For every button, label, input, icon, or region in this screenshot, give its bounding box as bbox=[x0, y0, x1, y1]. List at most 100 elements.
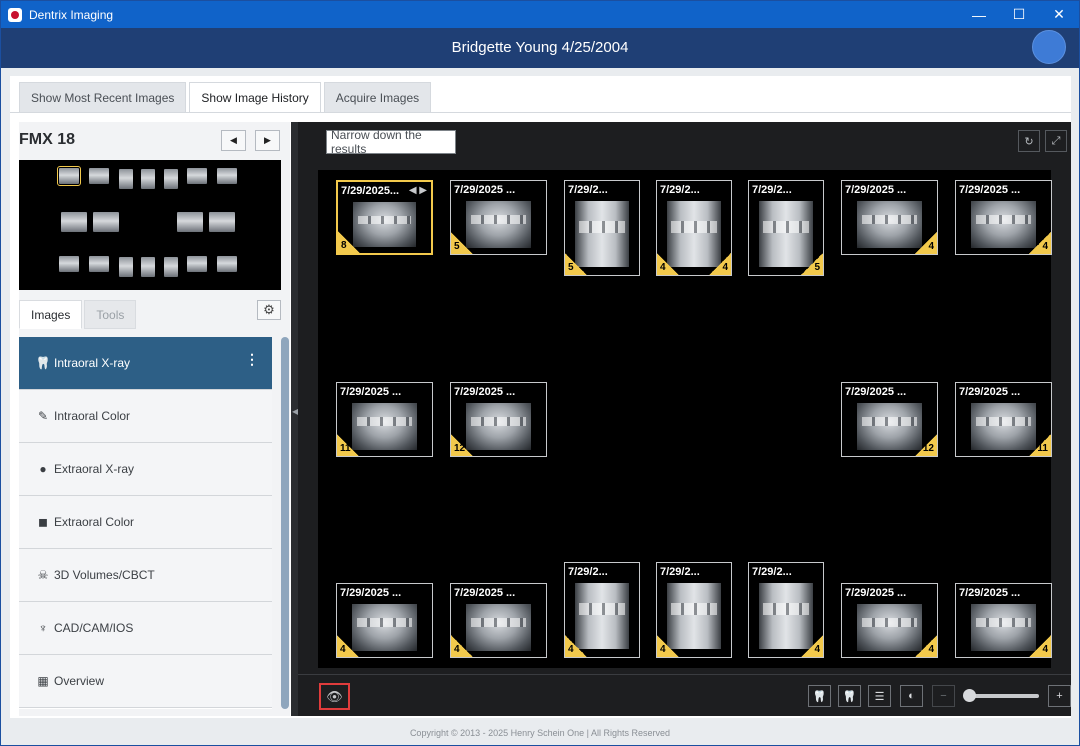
chevron-right-icon: ▶ bbox=[264, 135, 271, 145]
xray-card-title: 7/29/2... bbox=[752, 566, 792, 578]
xray-card[interactable]: 7/29/2... 4 bbox=[748, 562, 824, 658]
maximize-button[interactable]: ☐ bbox=[999, 1, 1039, 28]
tooth-count-badge: 12 bbox=[451, 434, 473, 456]
fmx-mini-slot[interactable] bbox=[177, 212, 203, 232]
tooth-count-badge: 5 bbox=[801, 253, 823, 275]
contrast-button[interactable]: ◐ bbox=[900, 685, 923, 707]
category-label: Overview bbox=[54, 674, 105, 688]
skull-icon: ☠ bbox=[37, 568, 49, 582]
category-3d-volumes-cbct[interactable]: ☠ 3D Volumes/CBCT bbox=[19, 549, 272, 602]
narrow-results-input[interactable]: Narrow down the results bbox=[326, 128, 456, 156]
subtab-tools[interactable]: Tools bbox=[84, 300, 137, 329]
xray-card[interactable]: 7/29/2025 ... 12 bbox=[450, 382, 547, 457]
fmx-mini-slot[interactable] bbox=[209, 212, 235, 232]
fmx-mini-slot[interactable] bbox=[89, 168, 109, 184]
xray-card[interactable]: 7/29/2025 ... 12 bbox=[841, 382, 938, 457]
tab-acquire-images[interactable]: Acquire Images bbox=[323, 82, 432, 112]
tooth-highlight-button[interactable]: 🦷 bbox=[838, 685, 861, 707]
tooth-outline-icon: 🦷 bbox=[842, 690, 857, 703]
zoom-out-button[interactable]: − bbox=[932, 685, 955, 707]
tooth-count-badge: 4 bbox=[657, 253, 679, 275]
xray-image bbox=[352, 403, 417, 450]
tab-image-history[interactable]: Show Image History bbox=[189, 82, 321, 112]
title-bar: Dentrix Imaging — ☐ ✕ bbox=[1, 1, 1079, 28]
category-intraoral-color[interactable]: ✎ Intraoral Color bbox=[19, 390, 272, 443]
xray-card[interactable]: 7/29/2025 ... 4 bbox=[336, 583, 433, 658]
xray-card-title: 7/29/2025 ... bbox=[340, 386, 402, 398]
fmx-mini-slot[interactable] bbox=[141, 257, 155, 277]
adjustments-button[interactable]: ☰ bbox=[868, 685, 891, 707]
fmx-mini-slot[interactable] bbox=[119, 257, 133, 277]
category-extraoral-color[interactable]: ◼ Extraoral Color bbox=[19, 496, 272, 549]
fmx-mini-slot[interactable] bbox=[141, 169, 155, 189]
category-scrollbar[interactable] bbox=[281, 337, 289, 709]
fmx-mini-slot[interactable] bbox=[57, 166, 81, 186]
image-nav-arrows-icon[interactable]: ◀ ▶ bbox=[409, 185, 427, 196]
xray-card[interactable]: 7/29/2025 ... 11 bbox=[336, 382, 433, 457]
contrast-icon: ◐ bbox=[908, 690, 915, 702]
xray-card[interactable]: 7/29/2... 5 bbox=[564, 180, 640, 276]
fmx-mini-slot[interactable] bbox=[164, 257, 178, 277]
fmx-mini-slot[interactable] bbox=[217, 168, 237, 184]
fmx-mini-slot[interactable] bbox=[164, 169, 178, 189]
category-overview[interactable]: ▦ Overview bbox=[19, 655, 272, 708]
zoom-in-button[interactable]: + bbox=[1048, 685, 1071, 707]
close-button[interactable]: ✕ bbox=[1039, 1, 1079, 28]
xray-card[interactable]: 7/29/2025 ... 4 bbox=[841, 180, 938, 255]
fmx-title: FMX 18 bbox=[19, 131, 76, 148]
subtab-images[interactable]: Images bbox=[19, 300, 83, 329]
patient-header: Bridgette Young 4/25/2004 bbox=[1, 28, 1079, 68]
fmx-mini-slot[interactable] bbox=[59, 256, 79, 272]
fmx-mini-slot[interactable] bbox=[119, 169, 133, 189]
tooth-count-badge: 4 bbox=[1029, 232, 1051, 254]
tooth-view-button[interactable]: 🦷 bbox=[808, 685, 831, 707]
fullscreen-button[interactable]: ⤢ bbox=[1045, 130, 1067, 152]
xray-image bbox=[466, 403, 531, 450]
grid-icon: ▦ bbox=[37, 674, 49, 688]
xray-card[interactable]: 7/29/2025 ... 4 bbox=[450, 583, 547, 658]
xray-card[interactable]: 7/29/2025 ... 4 bbox=[841, 583, 938, 658]
settings-button[interactable]: ⚙ bbox=[257, 300, 281, 320]
kebab-menu-icon[interactable]: ⋮ bbox=[245, 352, 259, 366]
fmx-mini-slot[interactable] bbox=[61, 212, 87, 232]
refresh-button[interactable]: ↻ bbox=[1018, 130, 1040, 152]
fmx-mini-slot[interactable] bbox=[93, 212, 119, 232]
tooth-count-badge: 12 bbox=[915, 434, 937, 456]
xray-card[interactable]: 7/29/2025... ◀ ▶ 8 bbox=[336, 180, 433, 255]
xray-card-title: 7/29/2025 ... bbox=[845, 587, 907, 599]
panel-splitter[interactable]: ◀ bbox=[291, 122, 298, 716]
toggle-visibility-button[interactable]: 👁 bbox=[319, 683, 350, 710]
xray-card[interactable]: 7/29/2025 ... 4 bbox=[955, 180, 1052, 255]
fmx-mini-slot[interactable] bbox=[187, 256, 207, 272]
xray-card[interactable]: 7/29/2025 ... 4 bbox=[955, 583, 1052, 658]
fmx-mini-slot[interactable] bbox=[89, 256, 109, 272]
tooth-count-badge: 4 bbox=[1029, 635, 1051, 657]
category-label: Intraoral X-ray bbox=[54, 356, 131, 370]
xray-card[interactable]: 7/29/2... 4 bbox=[656, 562, 732, 658]
category-extraoral-xray[interactable]: ● Extraoral X-ray bbox=[19, 443, 272, 496]
xray-card[interactable]: 7/29/2... 5 bbox=[748, 180, 824, 276]
previous-exam-button[interactable]: ◀ bbox=[221, 130, 246, 151]
fmx-layout-thumbnail[interactable] bbox=[19, 160, 281, 290]
category-label: Extraoral X-ray bbox=[54, 462, 135, 476]
xray-card[interactable]: 7/29/2025 ... 5 bbox=[450, 180, 547, 255]
view-tabs: Show Most Recent Images Show Image Histo… bbox=[19, 82, 432, 112]
tooth-count-badge: 4 bbox=[565, 635, 587, 657]
tab-most-recent-images[interactable]: Show Most Recent Images bbox=[19, 82, 187, 112]
zoom-slider[interactable] bbox=[963, 689, 1039, 702]
zoom-slider-handle[interactable] bbox=[963, 689, 976, 702]
minimize-button[interactable]: — bbox=[959, 1, 999, 28]
fmx-mini-slot[interactable] bbox=[187, 168, 207, 184]
xray-card[interactable]: 7/29/2025 ... 11 bbox=[955, 382, 1052, 457]
next-exam-button[interactable]: ▶ bbox=[255, 130, 280, 151]
xray-card[interactable]: 7/29/2... 4 bbox=[564, 562, 640, 658]
avatar[interactable] bbox=[1032, 30, 1066, 64]
tooth-count-badge: 5 bbox=[451, 232, 473, 254]
category-intraoral-xray[interactable]: 🦷 Intraoral X-ray ⋮ bbox=[19, 337, 272, 390]
xray-card[interactable]: 7/29/2... 4 4 bbox=[656, 180, 732, 276]
xray-card-title: 7/29/2025 ... bbox=[340, 587, 402, 599]
category-cad-cam-ios[interactable]: ♆ CAD/CAM/IOS bbox=[19, 602, 272, 655]
tooth-count-badge: 5 bbox=[565, 253, 587, 275]
head-profile-icon: ● bbox=[39, 462, 47, 476]
fmx-mini-slot[interactable] bbox=[217, 256, 237, 272]
